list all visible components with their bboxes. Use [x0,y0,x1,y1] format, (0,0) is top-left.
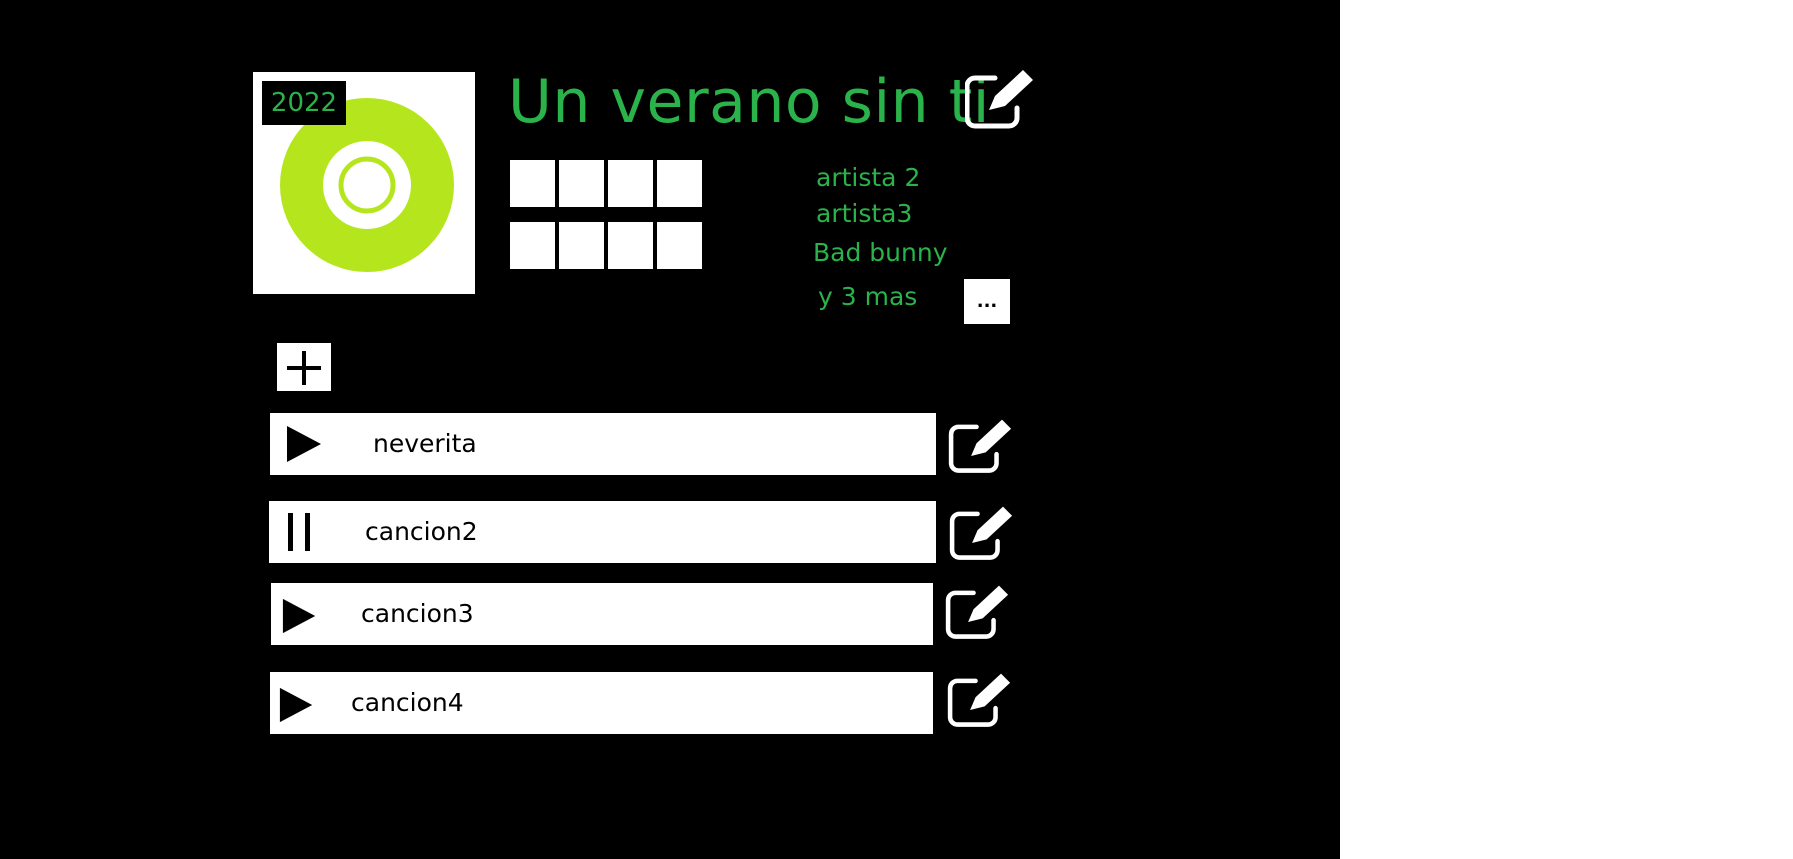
app-canvas: 2022 Un verano sin ti artista 2 artista3… [0,0,1340,859]
play-icon[interactable] [281,597,319,635]
edit-song-icon[interactable] [947,503,1019,563]
song-row[interactable]: cancion2 [269,501,936,563]
rating-box[interactable] [510,222,555,269]
rating-box[interactable] [510,160,555,207]
artist-name: artista3 [816,199,913,228]
rating-box[interactable] [608,160,653,207]
rating-grid [510,160,704,269]
artist-name: artista 2 [816,163,921,192]
song-title: cancion2 [365,517,478,546]
rating-box[interactable] [657,222,702,269]
pause-icon[interactable] [285,512,325,552]
song-row[interactable]: cancion3 [271,583,933,645]
play-icon[interactable] [285,424,325,464]
song-row[interactable]: neverita [270,413,936,475]
year-badge: 2022 [262,81,346,125]
edit-song-icon[interactable] [945,670,1017,730]
edit-album-icon[interactable] [965,66,1037,132]
rating-box[interactable] [608,222,653,269]
rating-box[interactable] [559,222,604,269]
song-title: cancion4 [351,688,464,717]
add-song-button[interactable] [277,343,331,391]
song-row[interactable]: cancion4 [270,672,933,734]
rating-box[interactable] [657,160,702,207]
artists-more-count: y 3 mas [818,282,918,311]
edit-song-icon[interactable] [943,582,1015,642]
album-title: Un verano sin ti [508,67,990,137]
play-icon[interactable] [278,686,316,724]
song-title: cancion3 [361,599,474,628]
artist-name: Bad bunny [813,238,948,267]
rating-box[interactable] [559,160,604,207]
year-label: 2022 [270,88,338,118]
more-artists-button[interactable]: ... [964,279,1010,324]
edit-song-icon[interactable] [946,416,1018,476]
song-title: neverita [373,429,477,458]
plus-icon [287,351,321,385]
